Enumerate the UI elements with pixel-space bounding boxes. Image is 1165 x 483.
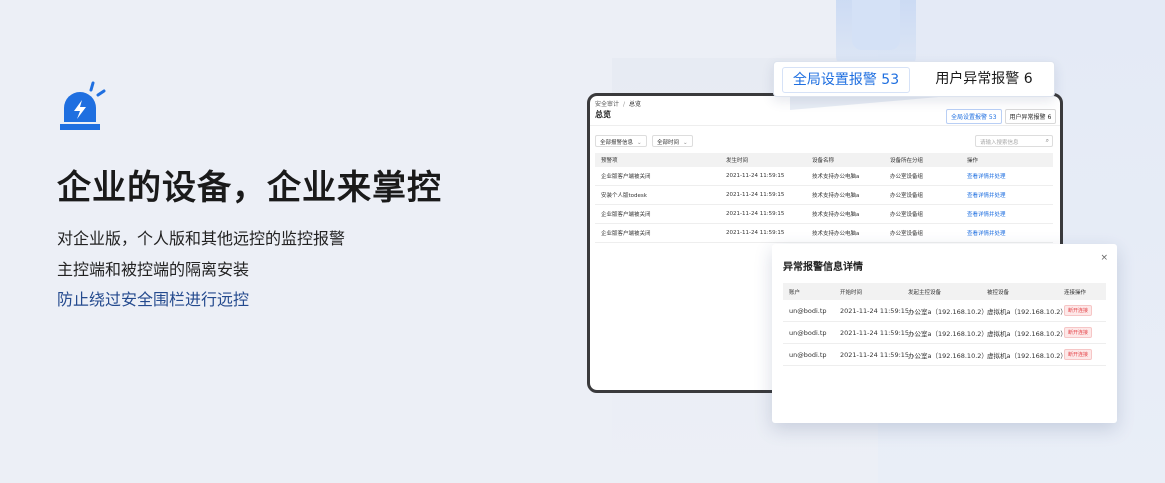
column-header: 发生时间 — [726, 158, 749, 164]
table-cell: 办公室a（192.168.10.2） — [908, 329, 987, 338]
callout-tab-user-alerts[interactable]: 用户异常报警 6 — [922, 67, 1046, 93]
table-row: 企业版客户端被关闭 2021-11-24 11:59:15 技术支持办公电脑a … — [595, 205, 1053, 224]
search-input[interactable]: 请输入搜索信息 ⌕ — [975, 135, 1053, 147]
column-header: 连接操作 — [1064, 289, 1087, 296]
column-header: 预警项 — [601, 158, 618, 164]
view-details-link[interactable]: 查看详情并处理 — [967, 172, 1047, 180]
time-filter[interactable]: 全部时间 ⌄ — [652, 135, 693, 147]
background-shield-inner — [852, 0, 900, 50]
siren-alarm-icon — [60, 81, 106, 130]
table-row: un@bodi.tp 2021-11-24 11:59:15 办公室a（192.… — [783, 300, 1106, 322]
view-details-link[interactable]: 查看详情并处理 — [967, 210, 1047, 218]
breadcrumb: 安全审计 / 总览 — [595, 99, 641, 108]
disconnect-button[interactable]: 断开连接 — [1064, 327, 1093, 338]
divider — [590, 125, 1060, 126]
column-header: 被控设备 — [987, 289, 1010, 296]
column-header: 设备名称 — [812, 158, 835, 164]
table-cell: 2021-11-24 11:59:15 — [840, 350, 908, 359]
table-cell: 技术支持办公电脑a — [812, 231, 860, 237]
tab-user-alerts[interactable]: 用户异常报警 6 — [1004, 109, 1057, 124]
column-header: 操作 — [967, 158, 979, 164]
column-header: 设备所在分组 — [890, 158, 924, 164]
search-icon[interactable]: ⌕ — [1046, 137, 1049, 145]
disconnect-button[interactable]: 断开连接 — [1064, 349, 1093, 360]
table-cell: 虚拟机a（192.168.10.2） — [987, 329, 1064, 338]
table-cell: un@bodi.tp — [789, 306, 827, 315]
table-cell: 办公室a（192.168.10.2） — [908, 351, 987, 360]
table-cell: 2021-11-24 11:59:15 — [840, 328, 908, 337]
table-row: 企业版客户端被关闭 2021-11-24 11:59:15 技术支持办公电脑a … — [595, 224, 1053, 243]
time-filter-label: 全部时间 — [657, 140, 680, 146]
column-header: 开始时间 — [840, 289, 863, 296]
search-placeholder: 请输入搜索信息 — [980, 140, 1019, 146]
view-details-link[interactable]: 查看详情并处理 — [967, 191, 1047, 199]
column-header: 账户 — [789, 289, 801, 296]
table-cell: 技术支持办公电脑a — [812, 212, 860, 218]
breadcrumb-item[interactable]: 安全审计 — [595, 101, 619, 108]
table-cell: 办公室设备组 — [890, 212, 924, 218]
table-row: un@bodi.tp 2021-11-24 11:59:15 办公室a（192.… — [783, 322, 1106, 344]
alert-type-filter[interactable]: 全部报警信息 ⌄ — [595, 135, 647, 147]
hero-title: 企业的设备，企业来掌控 — [57, 168, 442, 208]
table-cell: 2021-11-24 11:59:15 — [840, 306, 908, 315]
alert-table: 预警项 发生时间 设备名称 设备所在分组 操作 企业版客户端被关闭 2021-1… — [595, 153, 1053, 243]
table-cell: 2021-11-24 11:59:15 — [726, 211, 785, 217]
close-icon[interactable]: × — [1100, 253, 1108, 263]
callout-tab-global-alerts[interactable]: 全局设置报警 53 — [782, 67, 910, 93]
tab-bar: 全局设置报警 53 用户异常报警 6 — [946, 109, 1057, 124]
disconnect-button[interactable]: 断开连接 — [1064, 305, 1093, 316]
modal-title: 异常报警信息详情 — [783, 262, 863, 273]
alert-type-filter-label: 全部报警信息 — [600, 140, 634, 146]
table-cell: un@bodi.tp — [789, 350, 827, 359]
hero-feature-line: 主控端和被控端的隔离安装 — [57, 260, 250, 279]
table-cell: 2021-11-24 11:59:15 — [726, 230, 785, 236]
table-cell: 办公室a（192.168.10.2） — [908, 307, 987, 316]
tab-global-alerts[interactable]: 全局设置报警 53 — [946, 109, 1002, 124]
table-cell: 技术支持办公电脑a — [812, 193, 860, 199]
breadcrumb-current: 总览 — [629, 101, 642, 108]
table-header-row: 预警项 发生时间 设备名称 设备所在分组 操作 — [595, 153, 1053, 167]
table-cell: 虚拟机a（192.168.10.2） — [987, 351, 1064, 360]
view-details-link[interactable]: 查看详情并处理 — [967, 229, 1047, 237]
table-cell: un@bodi.tp — [789, 328, 827, 337]
table-cell: 企业版客户端被关闭 — [601, 231, 651, 237]
tab-callout: 全局设置报警 53 用户异常报警 6 — [773, 61, 1055, 97]
table-cell: 虚拟机a（192.168.10.2） — [987, 307, 1064, 316]
table-cell: 企业版客户端被关闭 — [601, 174, 651, 180]
table-cell: 企业版客户端被关闭 — [601, 212, 651, 218]
table-cell: 技术支持办公电脑a — [812, 174, 860, 180]
table-cell: 安装个人版todesk — [601, 193, 647, 199]
table-cell: 办公室设备组 — [890, 174, 924, 180]
table-cell: 办公室设备组 — [890, 231, 924, 237]
table-row: un@bodi.tp 2021-11-24 11:59:15 办公室a（192.… — [783, 344, 1106, 366]
table-cell: 2021-11-24 11:59:15 — [726, 173, 785, 179]
alert-detail-modal: 异常报警信息详情 × 账户 开始时间 发起主控设备 被控设备 连接操作 un@b… — [772, 244, 1117, 423]
hero-feature-line: 对企业版，个人版和其他远控的监控报警 — [57, 229, 346, 248]
table-row: 企业版客户端被关闭 2021-11-24 11:59:15 技术支持办公电脑a … — [595, 167, 1053, 186]
chevron-down-icon: ⌄ — [637, 140, 642, 146]
table-cell: 2021-11-24 11:59:15 — [726, 192, 785, 198]
connection-table: 账户 开始时间 发起主控设备 被控设备 连接操作 un@bodi.tp 2021… — [783, 283, 1106, 366]
hero-feature-line: 防止绕过安全围栏进行远控 — [57, 290, 250, 309]
callout-pointer — [790, 96, 950, 110]
chevron-down-icon: ⌄ — [683, 140, 688, 146]
column-header: 发起主控设备 — [908, 289, 942, 296]
breadcrumb-separator: / — [623, 101, 626, 108]
table-header-row: 账户 开始时间 发起主控设备 被控设备 连接操作 — [783, 283, 1106, 300]
table-cell: 办公室设备组 — [890, 193, 924, 199]
table-row: 安装个人版todesk 2021-11-24 11:59:15 技术支持办公电脑… — [595, 186, 1053, 205]
page-title: 总览 — [595, 110, 611, 119]
